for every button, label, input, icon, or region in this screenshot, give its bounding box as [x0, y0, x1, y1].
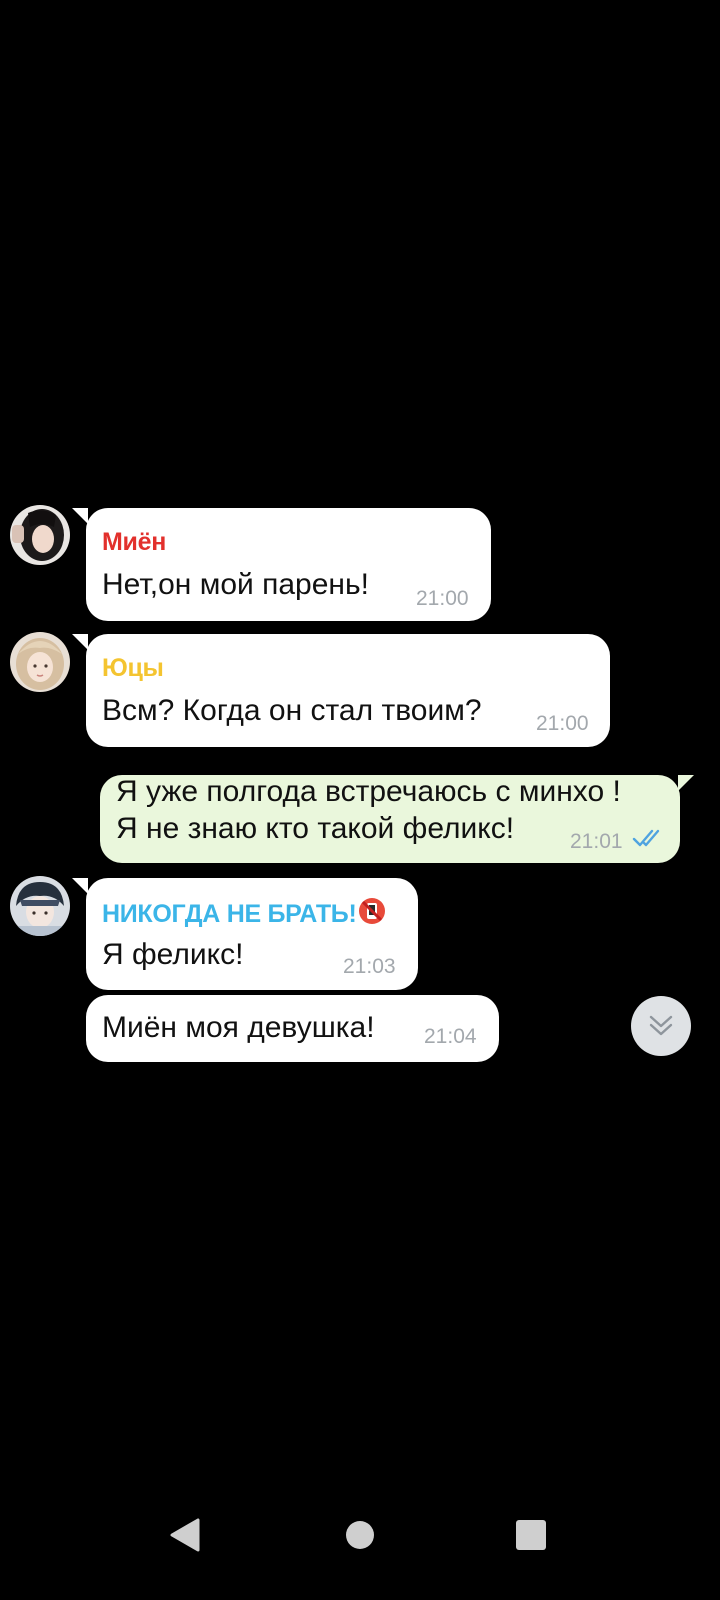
- incoming-message-bubble[interactable]: Миён Нет,он мой парень! 21:00: [86, 508, 491, 621]
- back-button[interactable]: [160, 1510, 210, 1560]
- double-chevron-down-icon: [649, 1015, 673, 1036]
- sender-name[interactable]: Миён: [102, 528, 166, 557]
- message-text-line-1: Я уже полгода встречаюсь с минхо !: [116, 775, 621, 808]
- incoming-message-bubble[interactable]: Юцы Всм? Когда он стал твоим? 21:00: [86, 634, 610, 747]
- scroll-to-bottom-button[interactable]: [631, 996, 691, 1056]
- incoming-message-bubble[interactable]: Миён моя девушка! 21:04: [86, 995, 499, 1062]
- bubble-tail: [72, 878, 88, 894]
- bubble-tail: [72, 508, 88, 524]
- home-button[interactable]: [335, 1510, 385, 1560]
- message-time: 21:03: [343, 955, 396, 978]
- square-recents-icon: [516, 1520, 546, 1550]
- message-text-line-2: Я не знаю кто такой феликс!: [116, 812, 515, 845]
- chat-screen: Миён Нет,он мой парень! 21:00 Юцы Всм? К…: [0, 0, 720, 1600]
- sender-name-text: НИКОГДА НЕ БРАТЬ!: [102, 900, 357, 928]
- outgoing-message-bubble[interactable]: Я уже полгода встречаюсь с минхо ! Я не …: [100, 775, 680, 863]
- incoming-message-bubble[interactable]: НИКОГДА НЕ БРАТЬ! Я феликс! 21:03: [86, 878, 418, 990]
- message-text: Всм? Когда он стал твоим?: [102, 694, 482, 727]
- message-time: 21:04: [424, 1025, 477, 1048]
- triangle-back-icon: [170, 1518, 200, 1552]
- recents-button[interactable]: [506, 1510, 556, 1560]
- message-text: Нет,он мой парень!: [102, 568, 369, 601]
- bubble-tail: [678, 775, 694, 791]
- message-time: 21:00: [536, 712, 589, 735]
- system-navigation-bar: [0, 1490, 720, 1580]
- avatar-felix[interactable]: [10, 876, 70, 936]
- no-phone-emoji-icon: [359, 898, 386, 924]
- avatar-mien[interactable]: [10, 505, 70, 565]
- message-text: Я феликс!: [102, 938, 244, 971]
- circle-home-icon: [346, 1521, 374, 1549]
- message-time: 21:01: [570, 830, 623, 853]
- message-text: Миён моя девушка!: [102, 1011, 375, 1044]
- bubble-tail: [72, 634, 88, 650]
- avatar-yutsy[interactable]: [10, 632, 70, 692]
- sender-name[interactable]: НИКОГДА НЕ БРАТЬ!: [102, 897, 386, 929]
- sender-name[interactable]: Юцы: [102, 654, 164, 683]
- double-check-read-icon: [632, 829, 660, 847]
- message-time: 21:00: [416, 587, 469, 610]
